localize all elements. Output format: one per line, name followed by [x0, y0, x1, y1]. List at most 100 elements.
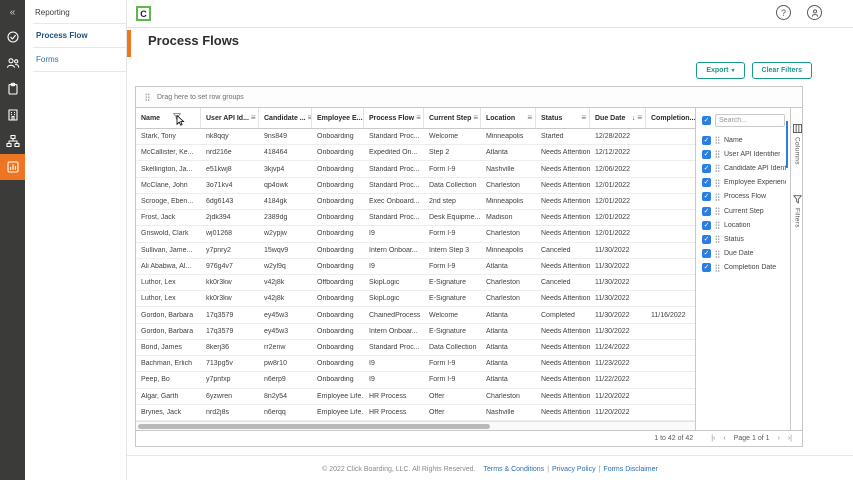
table-row[interactable]: Peep, Bo y7pnfxp n6erp9 Onboarding I9 Form I-… [136, 372, 695, 389]
column-header[interactable]: Employee E... ≡ [312, 108, 364, 128]
table-row[interactable]: McClane, John 3o71kv4 qp4owk Onboarding Stan… [136, 178, 695, 194]
table-row[interactable]: Ali Ababwa, Al... 976g4v7 w2yl9q Onboarding… [136, 259, 695, 275]
export-button[interactable]: Export ▾ [696, 62, 745, 79]
tab-columns[interactable]: Columns [785, 121, 802, 168]
table-row[interactable]: Brynes, Jack nrd2j8s n6erqq Employee Life..… [136, 405, 695, 421]
grid-cell: ey45w3 [264, 327, 289, 335]
table-row[interactable]: Gordon, Barbara 17q3579 ey45w3 Onboarding Ch… [136, 307, 695, 324]
drag-handle-icon[interactable] [715, 221, 720, 230]
column-checkbox[interactable]: ✓ [702, 149, 711, 159]
filter-hover[interactable] [172, 113, 185, 126]
drag-handle-icon[interactable] [715, 136, 720, 145]
sidebar-item-forms[interactable]: Forms [33, 48, 126, 71]
column-panel-item[interactable]: ✓ Name [696, 133, 790, 147]
grid-cell: Madison [486, 214, 513, 222]
table-row[interactable]: Luthor, Lex kk0r3kw v42j8k Onboarding SkipLo… [136, 291, 695, 308]
column-panel-item[interactable]: ✓ Due Date [696, 247, 790, 261]
column-checkbox[interactable]: ✓ [702, 192, 711, 202]
column-item-label: Employee Experience [724, 179, 786, 187]
people-icon[interactable] [0, 50, 25, 76]
column-panel-item[interactable]: ✓ Location [696, 218, 790, 232]
drag-handle-icon[interactable] [715, 235, 720, 244]
column-header[interactable]: Process Flow ≡ [364, 108, 424, 128]
sidebar-item-process-flow[interactable]: Process Flow [33, 24, 126, 47]
scrollbar-thumb[interactable] [138, 424, 491, 429]
table-row[interactable]: Gordon, Barbara 17q3579 ey45w3 Onboarding In… [136, 324, 695, 340]
column-header[interactable]: User API Id... ≡ [201, 108, 259, 128]
column-checkbox[interactable]: ✓ [702, 206, 711, 216]
help-icon[interactable]: ? [776, 5, 791, 20]
column-panel-item[interactable]: ✓ Candidate API Identifier [696, 161, 790, 175]
column-menu-icon[interactable]: ≡ [251, 114, 256, 122]
column-header[interactable]: Due Date ↓ ≡ [590, 108, 646, 128]
clipboard-icon[interactable] [0, 76, 25, 102]
column-header[interactable]: Location ≡ [481, 108, 536, 128]
column-header[interactable]: Status ≡ [536, 108, 590, 128]
profile-icon[interactable] [807, 5, 822, 20]
column-panel-item[interactable]: ✓ User API Identifier [696, 147, 790, 161]
column-label: Due Date [595, 114, 626, 122]
drag-handle-icon[interactable] [715, 263, 720, 272]
footer-link[interactable]: Terms & Conditions [483, 466, 544, 473]
grid-cell: Started [541, 133, 564, 141]
column-panel-item[interactable]: ✓ Completion Date [696, 261, 790, 275]
column-menu-icon[interactable]: ≡ [416, 114, 421, 122]
collapse-panel-icon[interactable]: « [0, 0, 25, 24]
drag-handle-icon[interactable] [715, 164, 720, 173]
column-header[interactable]: Candidate ... ≡ [259, 108, 312, 128]
table-row[interactable]: Algar, Garth 6yzwren 8n2y54 Employee Life..… [136, 389, 695, 405]
table-row[interactable]: Sullivan, Jame... y7pnry2 15wqv9 Onboarding… [136, 243, 695, 259]
drag-handle-icon[interactable] [715, 249, 720, 258]
table-row[interactable]: Skellington, Ja... e51kwj8 3kjvp4 Onboardin… [136, 161, 695, 178]
column-menu-icon[interactable]: ≡ [637, 114, 642, 122]
grid-cell: 6dg6143 [206, 197, 234, 205]
column-panel-item[interactable]: ✓ Process Flow [696, 190, 790, 204]
footer-link[interactable]: Forms Disclaimer [603, 466, 657, 473]
column-header[interactable]: Current Step ≡ [424, 108, 481, 128]
drag-handle-icon[interactable] [715, 207, 720, 216]
building-icon[interactable] [0, 102, 25, 128]
table-row[interactable]: Luthor, Lex kk0r3kw v42j8k Offboarding SkipL… [136, 275, 695, 292]
row-group-drop-zone[interactable]: Drag here to set row groups [136, 87, 802, 108]
workflow-icon[interactable] [0, 128, 25, 154]
grid-cell: 11/30/2022 [595, 279, 630, 287]
column-checkbox[interactable]: ✓ [702, 163, 711, 173]
column-header[interactable]: Name [136, 108, 201, 128]
column-checkbox[interactable]: ✓ [702, 178, 711, 188]
drag-handle-icon[interactable] [715, 178, 720, 187]
column-checkbox[interactable]: ✓ [702, 234, 711, 244]
footer-link[interactable]: Privacy Policy [552, 466, 596, 473]
next-page-icon[interactable]: › [778, 435, 780, 442]
column-checkbox[interactable]: ✓ [702, 220, 711, 230]
column-menu-icon[interactable]: ≡ [527, 114, 532, 122]
grid-cell: Onboarding [317, 149, 354, 157]
column-menu-icon[interactable]: ≡ [473, 114, 478, 122]
column-checkbox[interactable]: ✓ [702, 249, 711, 259]
last-page-icon[interactable]: ›| [788, 435, 792, 442]
column-panel-item[interactable]: ✓ Employee Experience [696, 176, 790, 190]
horizontal-scrollbar[interactable] [136, 421, 695, 430]
table-row[interactable]: McCallister, Ke... nrd216e 418464 Onboardin… [136, 145, 695, 162]
table-row[interactable]: Stark, Tony nk8qqy 9ns849 Onboarding Standar… [136, 129, 695, 146]
column-panel-item[interactable]: ✓ Current Step [696, 204, 790, 218]
tasks-check-icon[interactable] [0, 24, 25, 50]
clear-filters-button[interactable]: Clear Filters [751, 62, 812, 79]
column-checkbox[interactable]: ✓ [702, 263, 711, 273]
column-panel-item[interactable]: ✓ Status [696, 232, 790, 246]
column-search-input[interactable] [715, 114, 785, 127]
column-menu-icon[interactable]: ≡ [581, 114, 586, 122]
reports-bar-chart-icon[interactable] [0, 154, 25, 180]
first-page-icon[interactable]: |‹ [711, 435, 715, 442]
table-row[interactable]: Bachman, Erlich 713pg5v pw8r10 Onboarding I9… [136, 356, 695, 373]
table-row[interactable]: Griswold, Clark wj01268 w2ypjw Onboarding I9… [136, 226, 695, 243]
drag-handle-icon[interactable] [715, 150, 720, 159]
tab-filters[interactable]: Filters [792, 195, 802, 228]
table-row[interactable]: Bond, James 8kerj36 rr2enw Onboarding Standa… [136, 340, 695, 357]
drag-handle-icon[interactable] [715, 192, 720, 201]
prev-page-icon[interactable]: ‹ [723, 435, 725, 442]
column-checkbox[interactable]: ✓ [702, 135, 711, 145]
table-row[interactable]: Frost, Jack 2jdk394 2389dg Onboarding Standa… [136, 210, 695, 227]
table-row[interactable]: Scrooge, Eben... 6dg6143 4184gk Onboarding E… [136, 194, 695, 211]
select-all-columns-checkbox[interactable]: ✓ [702, 116, 711, 125]
column-header[interactable]: Completion... ≡ [646, 108, 695, 128]
